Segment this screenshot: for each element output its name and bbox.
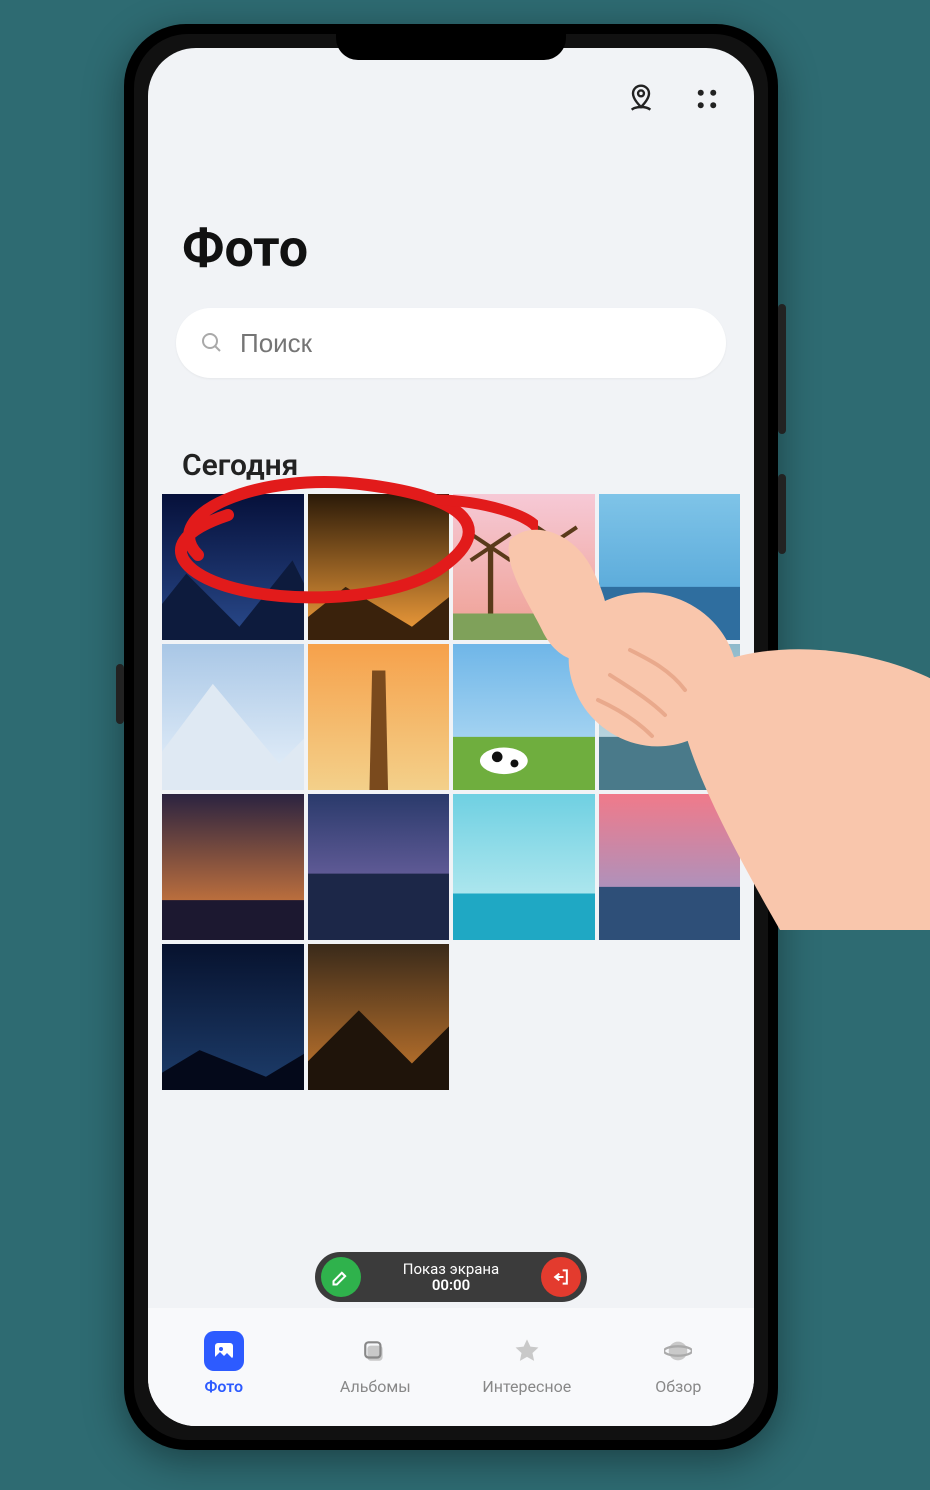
nav-label: Фото bbox=[204, 1377, 243, 1396]
photo-thumbnail[interactable] bbox=[599, 794, 741, 940]
nav-label: Обзор bbox=[655, 1377, 701, 1396]
location-pin-icon[interactable] bbox=[624, 82, 658, 116]
phone-side-button bbox=[778, 474, 786, 554]
more-dots-icon[interactable] bbox=[690, 82, 724, 116]
phone-side-button bbox=[778, 304, 786, 434]
search-input[interactable] bbox=[238, 327, 702, 360]
bottom-nav: Фото Альбомы bbox=[148, 1308, 754, 1426]
screen-share-pill[interactable]: Показ экрана 00:00 bbox=[315, 1252, 587, 1302]
search-bar[interactable] bbox=[176, 308, 726, 378]
albums-icon bbox=[362, 1338, 388, 1364]
planet-icon bbox=[664, 1337, 692, 1365]
nav-interesting[interactable]: Интересное bbox=[467, 1331, 587, 1396]
section-today-label: Сегодня bbox=[182, 448, 298, 483]
screen: Фото Сегодня bbox=[148, 48, 754, 1426]
page-title: Фото bbox=[182, 218, 308, 279]
photos-icon bbox=[212, 1339, 236, 1363]
photo-thumbnail[interactable] bbox=[162, 644, 304, 790]
pill-text: Показ экрана 00:00 bbox=[371, 1261, 531, 1294]
nav-browse[interactable]: Обзор bbox=[618, 1331, 738, 1396]
photo-thumbnail[interactable] bbox=[453, 794, 595, 940]
star-icon bbox=[513, 1337, 541, 1365]
photo-thumbnail[interactable] bbox=[599, 644, 741, 790]
photo-thumbnail[interactable] bbox=[162, 944, 304, 1090]
photo-thumbnail[interactable] bbox=[308, 644, 450, 790]
search-icon bbox=[200, 331, 224, 355]
nav-photos[interactable]: Фото bbox=[164, 1331, 284, 1396]
photo-thumbnail[interactable] bbox=[308, 944, 450, 1090]
edit-icon[interactable] bbox=[321, 1257, 361, 1297]
photo-grid bbox=[162, 494, 740, 1090]
photo-thumbnail[interactable] bbox=[162, 494, 304, 640]
photo-thumbnail[interactable] bbox=[599, 494, 741, 640]
photo-thumbnail[interactable] bbox=[308, 494, 450, 640]
nav-label: Интересное bbox=[482, 1377, 571, 1396]
nav-albums[interactable]: Альбомы bbox=[315, 1331, 435, 1396]
photo-thumbnail[interactable] bbox=[308, 794, 450, 940]
photo-thumbnail[interactable] bbox=[453, 494, 595, 640]
photo-thumbnail[interactable] bbox=[453, 644, 595, 790]
exit-icon[interactable] bbox=[541, 1257, 581, 1297]
phone-side-button bbox=[116, 664, 124, 724]
photo-thumbnail[interactable] bbox=[162, 794, 304, 940]
nav-label: Альбомы bbox=[340, 1377, 411, 1396]
phone-frame: Фото Сегодня bbox=[124, 24, 778, 1450]
phone-notch bbox=[336, 34, 566, 60]
